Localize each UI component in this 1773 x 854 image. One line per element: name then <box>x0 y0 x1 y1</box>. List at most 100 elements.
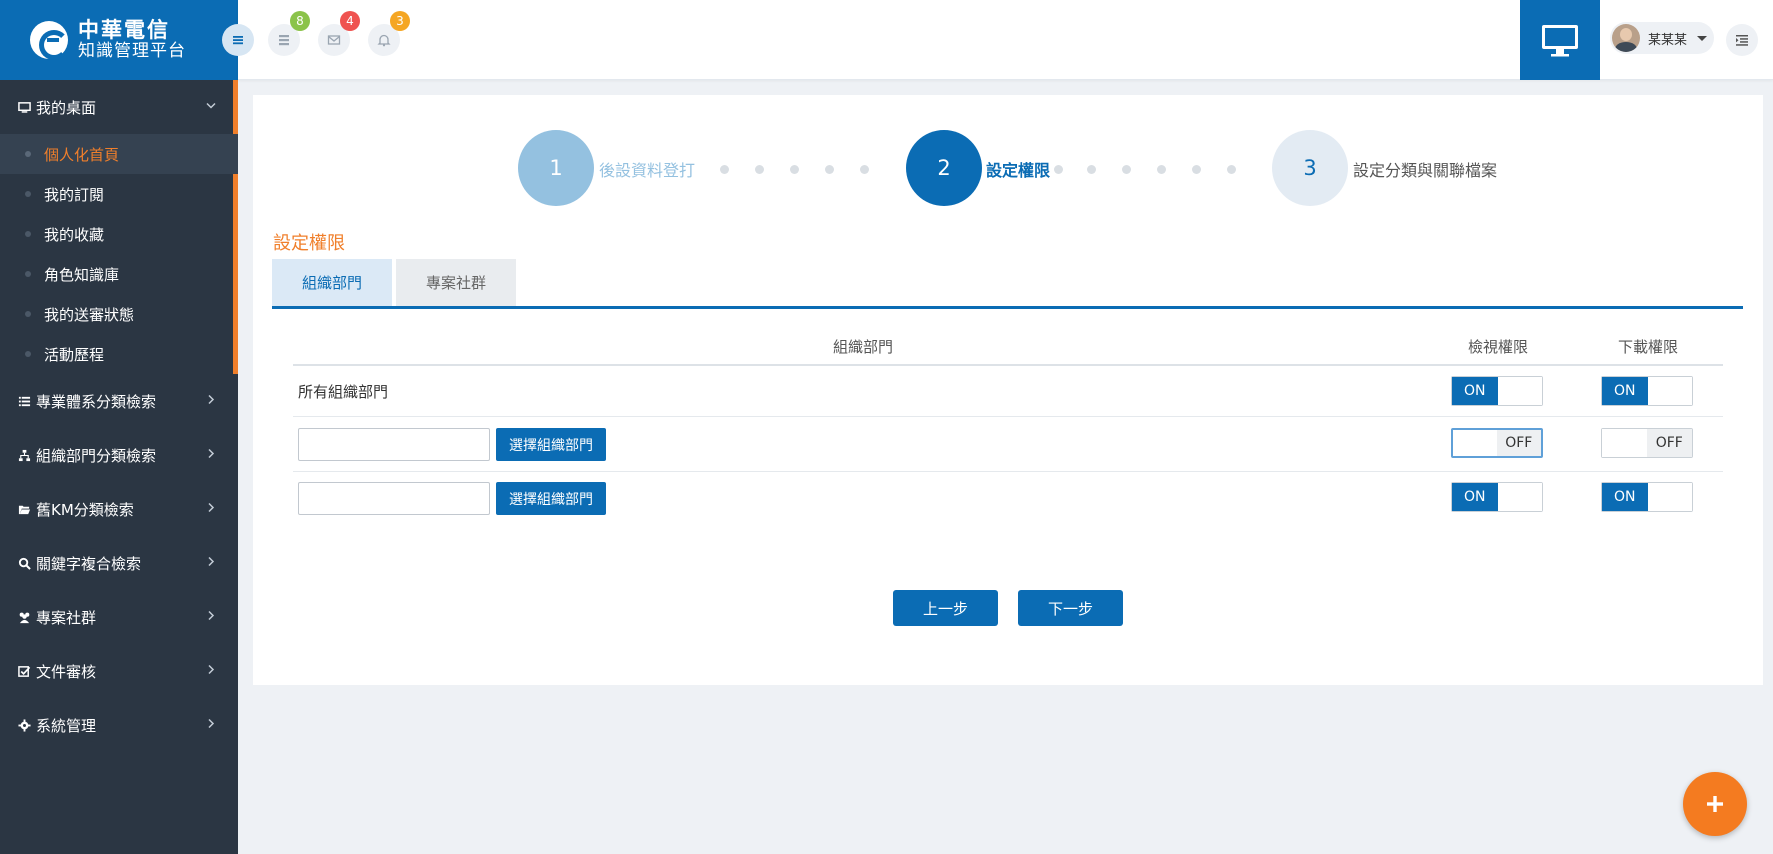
download-permission-toggle[interactable]: OFF <box>1601 428 1693 458</box>
next-step-button[interactable]: 下一步 <box>1018 590 1123 626</box>
toggle-off-label: OFF <box>1496 430 1541 456</box>
plus-icon <box>1707 796 1723 812</box>
toggle-off-label: OFF <box>1646 429 1692 457</box>
step-number: 2 <box>937 156 951 180</box>
list-icon <box>18 394 32 408</box>
sitemap-icon <box>18 448 32 462</box>
sidebar-toggle-button[interactable] <box>222 24 254 56</box>
sidebar-item-label: 個人化首頁 <box>44 145 120 164</box>
step-dot <box>1192 165 1201 174</box>
view-permission-toggle[interactable]: ON <box>1451 482 1543 512</box>
sidebar-item-subscriptions[interactable]: 我的訂閱 <box>0 174 238 214</box>
step-dot <box>1054 165 1063 174</box>
gear-icon <box>18 718 32 732</box>
chevron-right-icon <box>206 556 216 570</box>
sidebar-item-review-status[interactable]: 我的送審狀態 <box>0 294 238 334</box>
table-header: 組織部門 檢視權限 下載權限 <box>293 325 1723 366</box>
all-depts-label: 所有組織部門 <box>298 383 389 401</box>
sidebar-item-label: 我的訂閱 <box>44 185 105 204</box>
step-3-circle: 3 <box>1272 130 1348 206</box>
chevron-right-icon <box>206 448 216 462</box>
download-permission-toggle[interactable]: ON <box>1601 482 1693 512</box>
sidebar-item-personal-home[interactable]: 個人化首頁 <box>0 134 238 174</box>
sidebar-item-label: 我的送審狀態 <box>44 305 135 324</box>
toggle-on-label: ON <box>1452 483 1498 511</box>
view-permission-toggle[interactable]: ON <box>1451 376 1543 406</box>
tab-project-community[interactable]: 專案社群 <box>396 259 516 306</box>
desktop-view-button[interactable] <box>1520 0 1600 80</box>
monitor-icon <box>1542 25 1578 57</box>
indent-list-icon <box>1736 35 1748 46</box>
toggle-on-label: ON <box>1602 377 1648 405</box>
sidebar-section-desktop[interactable]: 我的桌面 <box>0 80 238 134</box>
tab-label: 組織部門 <box>301 274 362 292</box>
view-permission-toggle[interactable]: OFF <box>1451 428 1543 458</box>
tab-org-dept[interactable]: 組織部門 <box>272 259 392 306</box>
step-dot <box>1227 165 1236 174</box>
toggle-on-label: ON <box>1602 483 1648 511</box>
step-number: 3 <box>1303 156 1317 180</box>
step-dot <box>720 165 729 174</box>
section-title: 設定權限 <box>273 233 345 254</box>
sidebar-section-doc-review[interactable]: 文件審核 <box>0 644 238 698</box>
sidebar: 中華電信 知識管理平台 我的桌面 個人化首頁 我的訂閱 我的收藏 角色知識庫 我… <box>0 0 238 854</box>
tasks-button[interactable]: 8 <box>268 11 310 56</box>
dept-input[interactable] <box>298 482 490 515</box>
messages-badge: 4 <box>340 11 360 31</box>
sidebar-section-professional[interactable]: 專業體系分類檢索 <box>0 374 238 428</box>
chevron-right-icon <box>206 718 216 732</box>
download-permission-toggle[interactable]: ON <box>1601 376 1693 406</box>
chevron-down-icon <box>206 101 216 114</box>
sidebar-section-label: 組織部門分類檢索 <box>36 446 157 465</box>
chevron-right-icon <box>206 502 216 516</box>
toggle-track <box>1647 483 1692 511</box>
permission-table: 組織部門 檢視權限 下載權限 所有組織部門 ON ON 選擇組織部門 OFF O… <box>293 325 1723 527</box>
brand-header[interactable]: 中華電信 知識管理平台 <box>0 0 238 80</box>
brand-subtitle: 知識管理平台 <box>78 41 186 62</box>
check-square-icon <box>18 664 32 678</box>
user-name: 某某某 <box>1648 32 1688 48</box>
chevron-right-icon <box>206 610 216 624</box>
sidebar-item-favorites[interactable]: 我的收藏 <box>0 214 238 254</box>
sidebar-section-label: 文件審核 <box>36 662 97 681</box>
users-icon <box>18 610 32 624</box>
sidebar-item-label: 我的收藏 <box>44 225 105 244</box>
table-row: 選擇組織部門 OFF OFF <box>293 417 1723 472</box>
notifications-button[interactable]: 3 <box>368 11 410 56</box>
permission-tabs: 組織部門 專案社群 <box>272 259 1743 309</box>
notifications-badge: 3 <box>390 11 410 31</box>
sidebar-section-keyword-search[interactable]: 關鍵字複合檢索 <box>0 536 238 590</box>
user-menu[interactable]: 某某某 <box>1610 22 1714 54</box>
desktop-submenu: 個人化首頁 我的訂閱 我的收藏 角色知識庫 我的送審狀態 活動歷程 <box>0 134 238 374</box>
prev-step-button[interactable]: 上一步 <box>893 590 998 626</box>
messages-button[interactable]: 4 <box>318 11 360 56</box>
table-row: 選擇組織部門 ON ON <box>293 472 1723 527</box>
step-dot <box>1157 165 1166 174</box>
step-dot <box>1087 165 1096 174</box>
step-2-circle: 2 <box>906 130 982 206</box>
select-dept-button[interactable]: 選擇組織部門 <box>496 482 606 515</box>
search-icon <box>18 556 32 570</box>
step-dot <box>755 165 764 174</box>
toggle-track <box>1602 429 1647 457</box>
cht-logo-icon <box>30 21 69 60</box>
quick-sidebar-toggle[interactable] <box>1726 24 1758 56</box>
sidebar-item-role-kb[interactable]: 角色知識庫 <box>0 254 238 294</box>
sidebar-section-label: 舊KM分類檢索 <box>36 500 134 519</box>
select-dept-button[interactable]: 選擇組織部門 <box>496 428 606 461</box>
sidebar-section-system-admin[interactable]: 系統管理 <box>0 698 238 752</box>
chevron-right-icon <box>206 664 216 678</box>
sidebar-section-project-community[interactable]: 專案社群 <box>0 590 238 644</box>
toggle-track <box>1497 483 1542 511</box>
add-fab-button[interactable] <box>1683 772 1747 836</box>
sidebar-item-activity[interactable]: 活動歷程 <box>0 334 238 374</box>
step-dot <box>790 165 799 174</box>
hamburger-icon <box>233 36 243 45</box>
sidebar-section-old-km[interactable]: 舊KM分類檢索 <box>0 482 238 536</box>
bell-icon <box>377 34 391 47</box>
dept-input[interactable] <box>298 428 490 461</box>
sidebar-section-label: 關鍵字複合檢索 <box>36 554 142 573</box>
sidebar-section-org[interactable]: 組織部門分類檢索 <box>0 428 238 482</box>
sidebar-item-label: 活動歷程 <box>44 345 105 364</box>
step-number: 1 <box>549 156 563 180</box>
